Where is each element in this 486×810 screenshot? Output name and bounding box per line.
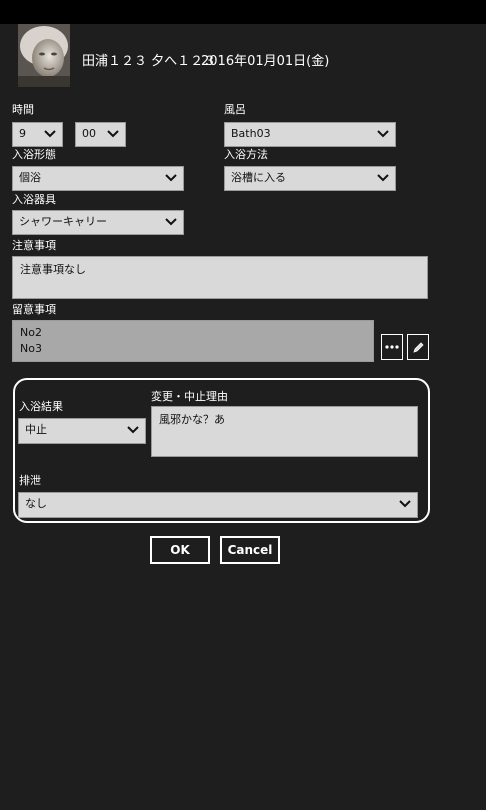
edit-button[interactable] xyxy=(407,334,429,360)
cancel-button[interactable]: Cancel xyxy=(220,536,280,564)
chevron-down-icon xyxy=(377,174,389,182)
excretion-select[interactable]: なし xyxy=(18,492,418,518)
minute-select[interactable]: 00 xyxy=(75,122,126,147)
ok-button[interactable]: OK xyxy=(150,536,210,564)
bathing-form-value: 個浴 xyxy=(19,171,41,184)
record-date: 2016年01月01日(金) xyxy=(201,54,330,69)
caution-value: 注意事項なし xyxy=(20,263,86,276)
hour-select[interactable]: 9 xyxy=(12,122,63,147)
reason-value: 風邪かな？あ xyxy=(159,413,225,426)
notes-item: No2 xyxy=(20,326,42,339)
bath-label: 風呂 xyxy=(224,103,246,116)
excretion-label: 排泄 xyxy=(19,474,41,487)
chevron-down-icon xyxy=(165,218,177,226)
chevron-down-icon xyxy=(44,130,56,138)
bathing-method-label: 入浴方法 xyxy=(224,148,268,161)
hour-value: 9 xyxy=(19,127,26,140)
result-value: 中止 xyxy=(25,423,47,436)
bath-select[interactable]: Bath03 xyxy=(224,122,396,147)
notes-item: No3 xyxy=(20,342,42,355)
bathing-form-select[interactable]: 個浴 xyxy=(12,166,184,191)
time-label: 時間 xyxy=(12,103,34,116)
bathing-method-select[interactable]: 浴槽に入る xyxy=(224,166,396,191)
excretion-value: なし xyxy=(25,497,47,510)
more-button[interactable] xyxy=(381,334,403,360)
chevron-down-icon xyxy=(377,130,389,138)
bathing-equipment-select[interactable]: シャワーキャリー xyxy=(12,210,184,235)
pencil-icon xyxy=(413,342,424,353)
bathing-equipment-value: シャワーキャリー xyxy=(19,215,107,228)
bathing-form-label: 入浴形態 xyxy=(12,148,56,161)
caution-field[interactable]: 注意事項なし xyxy=(12,256,428,299)
result-label: 入浴結果 xyxy=(19,400,63,413)
chevron-down-icon xyxy=(127,426,139,434)
avatar xyxy=(18,24,70,87)
result-select[interactable]: 中止 xyxy=(18,418,146,444)
notes-field: No2 No3 xyxy=(12,320,374,362)
chevron-down-icon xyxy=(107,130,119,138)
reason-label: 変更・中止理由 xyxy=(151,390,228,403)
bathing-method-value: 浴槽に入る xyxy=(231,171,286,184)
notes-label: 留意事項 xyxy=(12,303,56,316)
reason-field[interactable]: 風邪かな？あ xyxy=(151,406,418,457)
resident-name: 田浦１２３ 夕へ１２３ xyxy=(82,54,217,69)
caution-label: 注意事項 xyxy=(12,239,56,252)
chevron-down-icon xyxy=(165,174,177,182)
chevron-down-icon xyxy=(399,500,411,508)
more-icon xyxy=(385,345,399,349)
bathing-equipment-label: 入浴器具 xyxy=(12,193,56,206)
minute-value: 00 xyxy=(82,127,96,140)
status-bar xyxy=(0,0,486,24)
bath-value: Bath03 xyxy=(231,127,271,140)
